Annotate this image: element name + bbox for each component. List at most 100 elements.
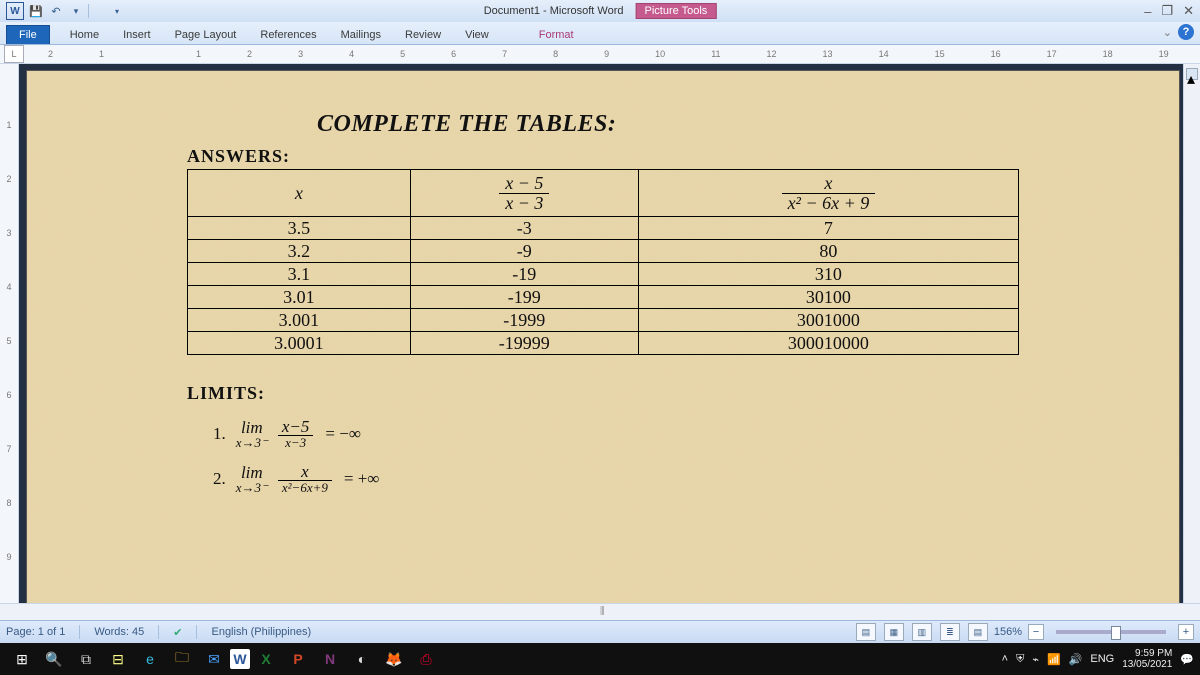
tab-selector[interactable]: L — [4, 45, 24, 63]
limit-item: 1.limx→3⁻x−5x−3= −∞ — [213, 418, 1019, 449]
table-cell: 3.001 — [188, 309, 411, 332]
view-web-icon[interactable]: ▥ — [912, 623, 932, 641]
document-page[interactable]: COMPLETE THE TABLES: ANSWERS: x x − 5x −… — [26, 70, 1180, 605]
zoom-in-button[interactable]: + — [1178, 624, 1194, 640]
close-button[interactable]: ✕ — [1183, 3, 1194, 19]
tab-file[interactable]: File — [6, 25, 50, 44]
vertical-ruler[interactable]: 12345678910 — [0, 64, 19, 605]
tray-wifi-icon[interactable]: 📶 — [1047, 653, 1061, 666]
word-app-icon: W — [6, 2, 24, 20]
horizontal-scrollbar[interactable]: ⫼ — [0, 603, 1200, 621]
undo-icon[interactable]: ↶ — [48, 3, 64, 19]
tray-clock[interactable]: 9:59 PM 13/05/2021 — [1122, 648, 1172, 670]
task-view-icon[interactable]: ⧉ — [70, 645, 102, 673]
ruler-tick: 12 — [767, 49, 777, 59]
ruler-tick: 13 — [823, 49, 833, 59]
view-print-layout-icon[interactable]: ▤ — [856, 623, 876, 641]
vertical-scrollbar[interactable]: ▴ — [1183, 64, 1200, 605]
search-icon[interactable]: 🔍 — [38, 645, 70, 673]
ruler-tick: 1 — [196, 49, 201, 59]
tab-mailings[interactable]: Mailings — [329, 26, 393, 44]
restore-button[interactable]: ❐ — [1161, 3, 1173, 19]
limits-label: LIMITS: — [187, 383, 1019, 404]
spellcheck-icon[interactable]: ✔ — [173, 626, 182, 639]
tray-volume-icon[interactable]: 🔊 — [1069, 653, 1083, 666]
ruler-tick: 1 — [99, 49, 104, 59]
qat-divider — [88, 4, 105, 18]
ruler-tick: 6 — [451, 49, 456, 59]
scrollbar-up-icon[interactable]: ▴ — [1186, 68, 1198, 80]
table-cell: 3.1 — [188, 263, 411, 286]
ruler-tick: 4 — [349, 49, 354, 59]
ribbon-minimize-icon[interactable]: ⌄ — [1163, 26, 1172, 39]
ruler-tick: 8 — [553, 49, 558, 59]
tray-language[interactable]: ENG — [1090, 653, 1114, 665]
status-words[interactable]: Words: 45 — [94, 626, 144, 638]
ruler-tick: 16 — [991, 49, 1001, 59]
table-cell: -19999 — [410, 332, 638, 355]
help-icon[interactable]: ? — [1178, 24, 1194, 40]
minimize-button[interactable]: – — [1144, 4, 1151, 19]
file-explorer-icon[interactable]: 🗀 — [166, 645, 198, 673]
zoom-out-button[interactable]: − — [1028, 624, 1044, 640]
notifications-icon[interactable]: 💬 — [1180, 653, 1194, 666]
ruler-tick: 7 — [502, 49, 507, 59]
tray-antivirus-icon[interactable]: ⛨ — [1016, 653, 1024, 666]
ruler-tick: 14 — [879, 49, 889, 59]
tab-insert[interactable]: Insert — [111, 26, 163, 44]
tray-expand-icon[interactable]: ˄ — [1002, 653, 1008, 665]
view-full-screen-icon[interactable]: ▦ — [884, 623, 904, 641]
tab-references[interactable]: References — [248, 26, 328, 44]
zoom-level[interactable]: 156% — [994, 626, 1022, 638]
ruler-tick: 6 — [6, 390, 11, 400]
acrobat-icon[interactable]: ⎙ — [410, 645, 442, 673]
ruler-tick: 3 — [6, 228, 11, 238]
table-cell: -1999 — [410, 309, 638, 332]
start-button[interactable]: ⊞ — [6, 645, 38, 673]
apps-icon[interactable]: ⊟ — [102, 645, 134, 673]
table-cell: -9 — [410, 240, 638, 263]
edge-icon[interactable]: e — [134, 645, 166, 673]
onenote-icon[interactable]: N — [314, 645, 346, 673]
ruler-tick: 1 — [6, 120, 11, 130]
table-cell: 3.0001 — [188, 332, 411, 355]
tab-home[interactable]: Home — [58, 26, 111, 44]
status-page[interactable]: Page: 1 of 1 — [6, 626, 65, 638]
mail-icon[interactable]: ✉ — [198, 645, 230, 673]
qat-overflow-icon[interactable]: ▾ — [109, 3, 125, 19]
context-tools-tab[interactable]: Picture Tools — [636, 3, 717, 19]
horizontal-ruler[interactable]: L 2112345678910111213141516171819 — [0, 45, 1200, 64]
tab-view[interactable]: View — [453, 26, 501, 44]
ruler-tick: 4 — [6, 282, 11, 292]
table-cell: 3.01 — [188, 286, 411, 309]
powerpoint-icon[interactable]: P — [282, 645, 314, 673]
ruler-tick: 3 — [298, 49, 303, 59]
ruler-tick: 11 — [711, 49, 720, 59]
table-cell: 7 — [638, 217, 1018, 240]
firefox-icon[interactable]: 🦊 — [378, 645, 410, 673]
view-outline-icon[interactable]: ≣ — [940, 623, 960, 641]
tray-battery-icon[interactable]: ⌁ — [1032, 653, 1039, 666]
splitter-icon[interactable]: ⫼ — [600, 606, 605, 617]
ruler-tick: 19 — [1159, 49, 1169, 59]
save-icon[interactable]: 💾 — [28, 3, 44, 19]
table-cell: -3 — [410, 217, 638, 240]
excel-icon[interactable]: X — [250, 645, 282, 673]
tab-review[interactable]: Review — [393, 26, 453, 44]
ruler-tick: 18 — [1103, 49, 1113, 59]
ruler-tick: 15 — [935, 49, 945, 59]
qat-dropdown-icon[interactable]: ▾ — [68, 3, 84, 19]
table-cell: 3001000 — [638, 309, 1018, 332]
table-cell: 30100 — [638, 286, 1018, 309]
tab-page-layout[interactable]: Page Layout — [163, 26, 249, 44]
tab-format[interactable]: Format — [527, 26, 586, 44]
table-cell: -19 — [410, 263, 638, 286]
chrome-icon[interactable]: ◐ — [346, 645, 378, 673]
ruler-tick: 9 — [6, 552, 11, 562]
zoom-slider[interactable] — [1056, 630, 1166, 634]
status-language[interactable]: English (Philippines) — [211, 626, 311, 638]
limit-item: 2.limx→3⁻xx²−6x+9= +∞ — [213, 463, 1019, 494]
view-draft-icon[interactable]: ▤ — [968, 623, 988, 641]
table-cell: 3.2 — [188, 240, 411, 263]
word-icon[interactable]: W — [230, 649, 250, 669]
